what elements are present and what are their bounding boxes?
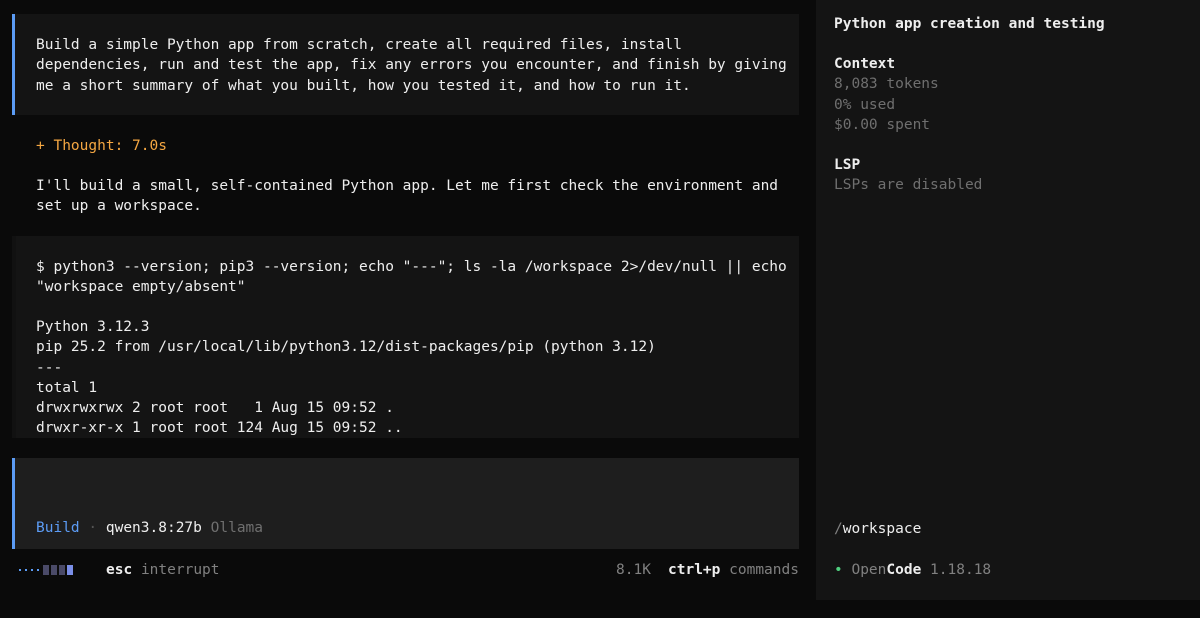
interrupt-hint[interactable]: esc interrupt [106, 560, 220, 580]
esc-key: esc [106, 562, 133, 578]
tool-output: Python 3.12.3 pip 25.2 from /usr/local/l… [36, 319, 656, 437]
user-message: Build a simple Python app from scratch, … [12, 14, 799, 115]
lsp-heading: LSP [834, 157, 861, 173]
meta-separator: · [88, 520, 98, 536]
commands-key: ctrl+p [668, 562, 721, 578]
app-version: 1.18.18 [930, 562, 992, 578]
status-bar: esc interrupt 8.1K ctrl+p commands [0, 560, 816, 580]
context-tokens: 8,083 tokens [834, 76, 939, 93]
app-branding: • OpenCode 1.18.18 [834, 560, 991, 580]
cwd-name: workspace [842, 521, 922, 537]
opencode-app: Build a simple Python app from scratch, … [0, 0, 1200, 618]
commands-label: commands [729, 562, 799, 578]
working-directory: /workspace [834, 519, 921, 539]
lsp-status: LSPs are disabled [834, 177, 983, 194]
context-spent: $0.00 spent [834, 116, 931, 133]
context-used: 0% used [834, 96, 896, 113]
lsp-section: LSP LSPs are disabled [834, 155, 982, 196]
chat-panel: Build a simple Python app from scratch, … [0, 0, 816, 618]
brand-code: Code [886, 562, 922, 578]
provider-name: Ollama [210, 520, 264, 536]
tool-command: $ python3 --version; pip3 --version; ech… [36, 259, 787, 296]
token-count: 8.1K [616, 562, 651, 578]
session-title: Python app creation and testing [834, 16, 1105, 32]
assistant-message-text: I'll build a small, self-contained Pytho… [36, 178, 779, 215]
thought-toggle[interactable]: + Thought: 7.0s [36, 136, 167, 156]
context-heading: Context [834, 56, 896, 72]
brand-open: Open [851, 562, 887, 578]
tool-call-bash: $ python3 --version; pip3 --version; ech… [12, 236, 799, 438]
esc-action: interrupt [140, 562, 220, 578]
context-section: Context 8,083 tokens 0% used $0.00 spent [834, 54, 939, 135]
prompt-box[interactable]: Build · qwen3.8:27b Ollama [12, 458, 799, 549]
prompt-meta: Build · qwen3.8:27b Ollama [36, 518, 263, 538]
status-dot-icon: • [834, 562, 843, 578]
user-message-text: Build a simple Python app from scratch, … [36, 37, 787, 94]
model-name[interactable]: qwen3.8:27b [106, 520, 202, 536]
commands-hint[interactable]: ctrl+p commands [668, 560, 799, 580]
agent-mode[interactable]: Build [36, 520, 80, 536]
prompt-input[interactable] [36, 466, 780, 508]
loading-spinner-icon [19, 560, 73, 580]
session-sidebar: Python app creation and testing Context … [816, 0, 1200, 600]
cwd-slash: / [834, 521, 843, 537]
